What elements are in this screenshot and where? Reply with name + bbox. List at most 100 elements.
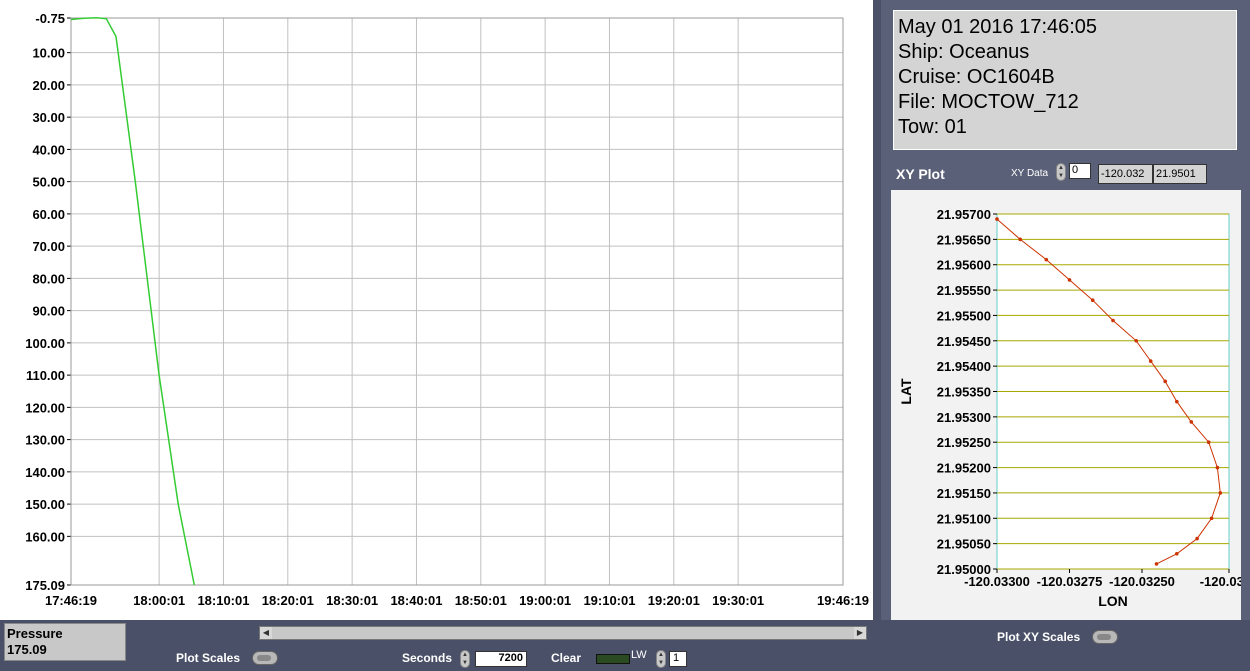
lat-readout: 21.9501 <box>1153 164 1207 184</box>
lw-input[interactable]: 1 <box>669 651 687 667</box>
y-tick-label: 175.09 <box>25 578 65 593</box>
ship-text: Ship: Oceanus <box>898 41 1030 63</box>
xy-point <box>1148 359 1153 363</box>
xy-x-tick-label: -120.03250 <box>1109 574 1175 589</box>
xy-y-tick-label: 21.95300 <box>937 410 991 425</box>
x-tick-label: 19:20:01 <box>648 593 700 608</box>
x-tick-label: 18:30:01 <box>326 593 378 608</box>
y-tick-label: 110.00 <box>26 368 65 383</box>
xy-data-spinner[interactable]: ▲ ▼ <box>1056 163 1066 181</box>
clear-button[interactable] <box>596 654 630 664</box>
pressure-trace <box>70 17 196 586</box>
xy-y-axis-title: LAT <box>898 378 914 405</box>
y-tick-label: 130.00 <box>25 433 65 448</box>
x-tick-label: 19:46:19 <box>817 593 869 608</box>
xy-point <box>1154 562 1159 566</box>
xy-y-tick-label: 21.95250 <box>937 435 991 450</box>
xy-y-tick-label: 21.95500 <box>937 308 991 323</box>
x-tick-label: 18:10:01 <box>197 593 249 608</box>
x-tick-label: 18:20:01 <box>262 593 314 608</box>
xy-point <box>1195 536 1199 541</box>
xy-plot-area: 21.95000 21.95050 21.95100 21.95150 21.95200… <box>891 190 1250 620</box>
y-tick-label: 30.00 <box>32 110 65 125</box>
cruise-text: Cruise: OC1604B <box>898 66 1055 88</box>
xy-point <box>1044 257 1049 262</box>
x-tick-label: 19:10:01 <box>583 593 635 608</box>
xy-y-tick-label: 21.95350 <box>937 385 991 400</box>
xy-data-index-input[interactable]: 0 <box>1069 163 1091 179</box>
lw-spinner[interactable]: ▲ ▼ <box>656 650 666 668</box>
xy-point <box>1189 420 1194 424</box>
plot-scales-toggle[interactable] <box>252 651 278 665</box>
xy-point <box>1067 278 1072 282</box>
xy-point <box>1215 465 1220 470</box>
tow-text: Tow: 01 <box>898 116 967 138</box>
scroll-right-icon[interactable]: ▶ <box>854 627 866 639</box>
xy-y-tick-label: 21.95200 <box>937 461 991 476</box>
y-tick-label: 160.00 <box>25 529 65 544</box>
xy-y-tick-label: 21.95150 <box>937 486 991 501</box>
xy-point <box>995 217 999 221</box>
xy-y-tick-label: 21.95600 <box>937 258 991 273</box>
xy-x-axis-title: LON <box>1098 593 1128 609</box>
y-tick-label: 70.00 <box>32 239 65 254</box>
seconds-label: Seconds <box>402 651 453 665</box>
pressure-chart-panel: 17:46:19 18:00:01 18:10:01 18:20:01 18:30:01… <box>0 0 873 620</box>
y-tick-label: 90.00 <box>32 304 65 319</box>
lon-readout: -120.032 <box>1098 164 1153 184</box>
y-tick-label: 140.00 <box>25 465 65 480</box>
xy-y-tick-label: 21.95050 <box>937 537 991 552</box>
time-scrollbar[interactable]: ◀ ▶ <box>259 626 867 640</box>
x-tick-label: 19:00:01 <box>519 593 571 608</box>
xy-point <box>1209 516 1214 521</box>
datetime-text: May 01 2016 17:46:05 <box>898 16 1098 38</box>
xy-point <box>1018 237 1022 242</box>
xy-point <box>1134 338 1138 343</box>
xy-plot-title: XY Plot <box>896 166 945 182</box>
y-tick-label: 80.00 <box>32 271 65 286</box>
xy-chart: 21.9500021.9505021.9510021.9515021.95200… <box>898 207 1250 609</box>
plot-xy-scales-toggle[interactable] <box>1092 630 1118 644</box>
plot-xy-scales-label: Plot XY Scales <box>997 630 1081 644</box>
xy-y-tick-label: 21.95700 <box>937 207 991 222</box>
y-tick-label: 120.00 <box>25 400 65 415</box>
pressure-indicator: Pressure 175.09 <box>4 623 126 661</box>
xy-data-label: XY Data <box>1011 168 1049 179</box>
file-text: File: MOCTOW_712 <box>898 91 1079 113</box>
xy-x-tick-label: -120.03300 <box>964 574 1030 589</box>
xy-point <box>1090 298 1095 303</box>
clear-label: Clear <box>551 651 582 665</box>
pressure-label: Pressure <box>7 626 63 641</box>
bottom-control-bar: Pressure 175.09 ◀ ▶ Plot Scales Seconds … <box>0 620 1250 671</box>
y-tick-label: 150.00 <box>25 497 65 512</box>
x-tick-label: 19:30:01 <box>712 593 764 608</box>
y-tick-label: 40.00 <box>32 142 65 157</box>
seconds-spinner[interactable]: ▲ ▼ <box>460 650 470 668</box>
xy-point <box>1206 440 1211 445</box>
xy-y-tick-label: 21.95100 <box>937 511 991 526</box>
right-panel: May 01 2016 17:46:05 Ship: Oceanus Cruis… <box>881 0 1250 620</box>
y-tick-label: 50.00 <box>32 175 65 190</box>
y-tick-label: 100.00 <box>25 336 65 351</box>
pressure-value: 175.09 <box>7 642 47 657</box>
xy-y-tick-label: 21.95650 <box>937 232 991 247</box>
info-box: May 01 2016 17:46:05 Ship: Oceanus Cruis… <box>893 10 1237 150</box>
xy-point <box>1163 379 1167 384</box>
xy-point <box>1175 399 1179 404</box>
xy-point <box>1218 491 1223 495</box>
pressure-chart: 17:46:19 18:00:01 18:10:01 18:20:01 18:30:01… <box>25 11 869 608</box>
panel-divider <box>873 0 881 620</box>
scroll-left-icon[interactable]: ◀ <box>260 627 272 639</box>
xy-point <box>1175 551 1179 556</box>
x-tick-label: 18:40:01 <box>390 593 442 608</box>
xy-x-tick-label: -120.03275 <box>1037 574 1103 589</box>
xy-point <box>1111 318 1115 323</box>
xy-y-tick-label: 21.95450 <box>937 334 991 349</box>
plot-frame <box>70 17 844 586</box>
x-tick-label: 18:00:01 <box>133 593 185 608</box>
seconds-input[interactable]: 7200 <box>475 651 527 667</box>
plot-scales-label: Plot Scales <box>176 651 241 665</box>
x-tick-label: 17:46:19 <box>45 593 97 608</box>
xy-x-tick-label: -120.0322 <box>1200 574 1241 589</box>
y-tick-label: -0.75 <box>35 11 65 26</box>
